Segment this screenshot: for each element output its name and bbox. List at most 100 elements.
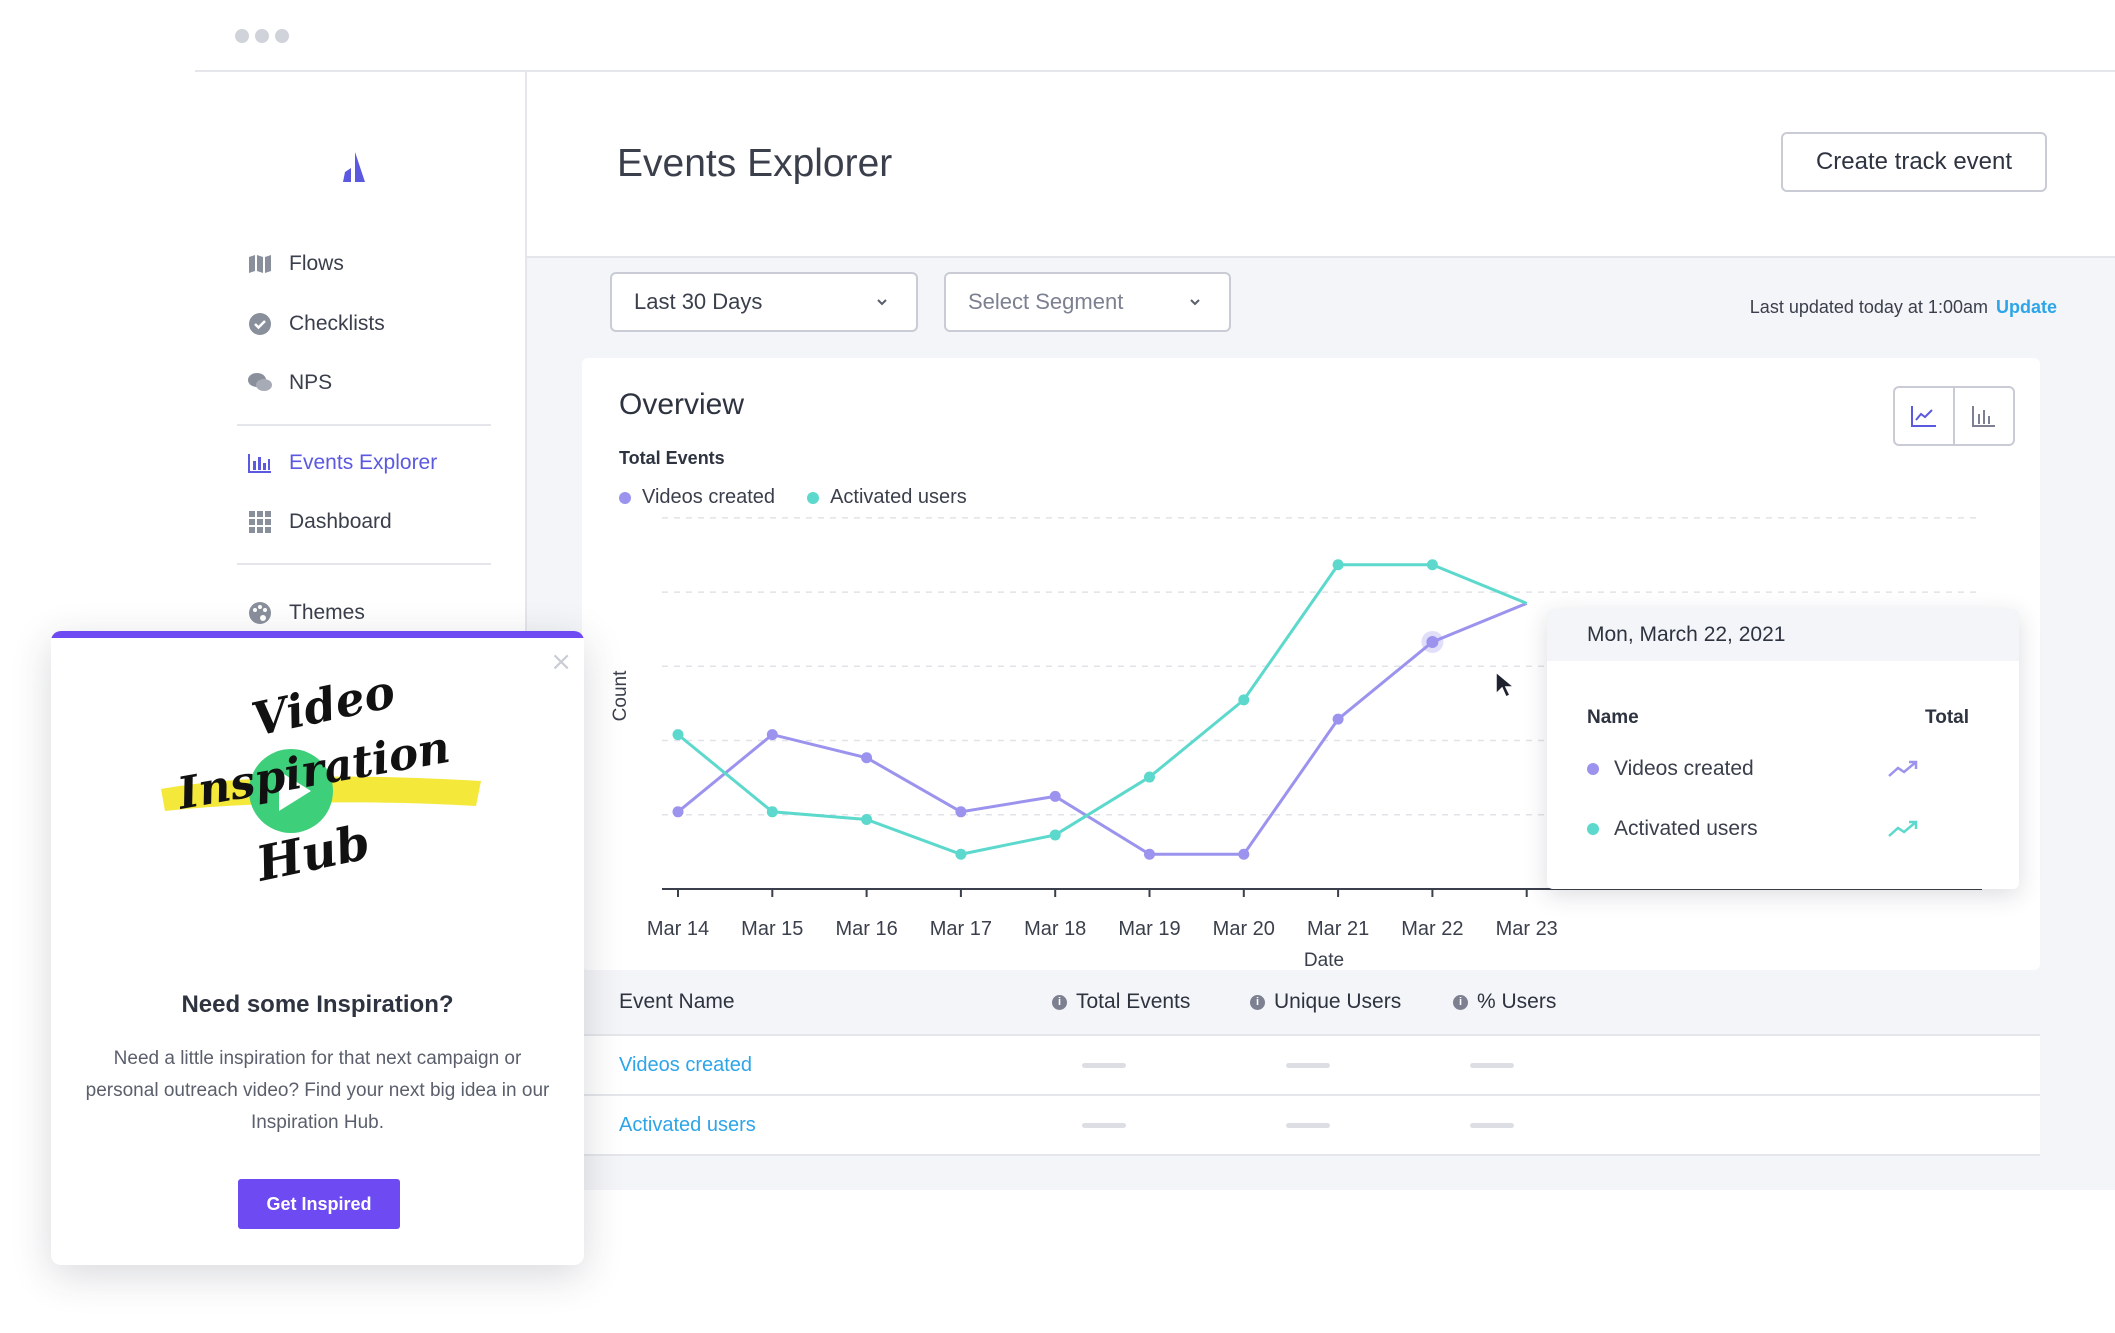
chevron-down-icon <box>1190 299 1200 306</box>
check-circle-icon <box>247 311 273 337</box>
sidebar-item-nps[interactable]: NPS <box>247 363 332 403</box>
sidebar-item-label: Dashboard <box>289 510 392 533</box>
sidebar-item-events-explorer[interactable]: Events Explorer <box>247 443 437 483</box>
data-point-videos-created <box>1144 848 1155 860</box>
table-row: Videos created <box>582 1034 2040 1094</box>
last-updated: Last updated today at 1:00am Update <box>1750 297 2057 318</box>
sidebar-item-dashboard[interactable]: Dashboard <box>247 502 392 542</box>
x-tick-label: Mar 18 <box>1024 918 1086 940</box>
video-inspiration-hub-logo: Video Inspiration Hub <box>161 681 481 893</box>
column-header-unique-users[interactable]: i Unique Users <box>1250 990 1401 1014</box>
series-line-activated-users <box>677 563 1528 856</box>
data-point-activated-users <box>861 814 873 826</box>
loading-placeholder <box>1286 1063 1330 1068</box>
popup-body: Need a little inspiration for that next … <box>85 1048 550 1133</box>
data-point-videos-created <box>861 752 873 764</box>
data-point-videos-created <box>1332 713 1344 725</box>
x-tick-label: Mar 14 <box>647 918 709 940</box>
info-icon: i <box>1453 994 1468 1010</box>
window-dot <box>255 29 269 43</box>
series-swatch <box>1587 763 1599 775</box>
title-bar <box>195 0 2115 72</box>
sidebar-divider <box>237 424 491 426</box>
loading-placeholder <box>1470 1063 1514 1068</box>
loading-placeholder <box>1470 1123 1514 1128</box>
data-point-activated-users <box>1238 694 1250 706</box>
data-point-videos-created <box>955 806 967 818</box>
column-header-total-events[interactable]: i Total Events <box>1052 990 1190 1014</box>
data-point-activated-users <box>672 729 684 741</box>
data-point-activated-users <box>955 848 967 860</box>
tooltip-row: Activated users <box>1587 817 1969 841</box>
palette-icon <box>247 600 273 626</box>
page-header: Events Explorer Create track event <box>527 72 2115 258</box>
sidebar-item-checklists[interactable]: Checklists <box>247 304 385 344</box>
map-icon <box>247 251 273 277</box>
window-dot <box>275 29 289 43</box>
tooltip-series-name: Activated users <box>1614 817 1758 840</box>
date-range-value: Last 30 Days <box>634 289 763 314</box>
sidebar-item-label: Themes <box>289 601 365 624</box>
x-tick-label: Mar 19 <box>1118 918 1180 940</box>
tooltip-total-header: Total <box>1925 707 1969 728</box>
column-header-label: Unique Users <box>1274 990 1402 1013</box>
data-point-activated-users <box>1144 771 1155 783</box>
x-tick-label: Mar 22 <box>1401 918 1463 940</box>
hover-point <box>1426 635 1439 648</box>
info-icon: i <box>1250 994 1265 1010</box>
event-name-link[interactable]: Videos created <box>619 1054 752 1077</box>
last-updated-text: Last updated today at 1:00am <box>1749 297 1988 317</box>
bar-chart-icon <box>247 450 273 476</box>
events-table: Event Name i Total Events i Unique Users i… <box>582 970 2040 1156</box>
brand-logo[interactable] <box>335 150 369 184</box>
mouse-cursor-icon <box>1495 670 1516 699</box>
x-tick-label: Mar 20 <box>1213 918 1275 940</box>
grid-icon <box>247 509 273 535</box>
table-header: Event Name i Total Events i Unique Users i… <box>582 970 2040 1034</box>
column-header-label: % Users <box>1477 990 1557 1013</box>
series-swatch <box>1587 823 1599 835</box>
column-header-label: Event Name <box>619 990 735 1013</box>
segment-select[interactable]: Select Segment <box>944 272 1231 332</box>
column-header-label: Total Events <box>1076 990 1191 1013</box>
data-point-videos-created <box>1049 790 1061 802</box>
chevron-down-icon <box>877 299 887 306</box>
x-tick-label: Mar 15 <box>741 918 803 940</box>
chart-tooltip: Mon, March 22, 2021 Name Total Videos cr… <box>1547 609 2019 889</box>
tooltip-date: Mon, March 22, 2021 <box>1547 609 2019 661</box>
sidebar-item-label: Flows <box>289 252 344 275</box>
sidebar-item-themes[interactable]: Themes <box>247 593 365 633</box>
trend-up-icon <box>1888 820 1918 837</box>
tooltip-series-name: Videos created <box>1614 757 1754 780</box>
chat-bubbles-icon <box>247 370 273 396</box>
popup-heading: Need some Inspiration? <box>181 991 454 1018</box>
date-range-select[interactable]: Last 30 Days <box>610 272 918 332</box>
inspiration-popup: × Video Inspiration Hub Need some Inspir… <box>51 631 584 1265</box>
column-header-percent-users[interactable]: i % Users <box>1453 990 1556 1014</box>
sidebar-item-flows[interactable]: Flows <box>247 244 344 284</box>
data-point-activated-users <box>766 806 778 818</box>
tooltip-row: Videos created <box>1587 757 1969 781</box>
data-point-activated-users <box>1332 559 1344 571</box>
data-point-videos-created <box>1238 848 1250 860</box>
data-point-activated-users <box>1049 829 1061 841</box>
close-icon[interactable]: × <box>550 647 572 677</box>
x-tick-label: Mar 16 <box>835 918 897 940</box>
x-tick-label: Mar 21 <box>1307 918 1369 940</box>
loading-placeholder <box>1082 1063 1126 1068</box>
page-title: Events Explorer <box>617 142 893 185</box>
x-axis-label: Date <box>1304 950 1344 970</box>
data-point-videos-created <box>672 806 684 818</box>
loading-placeholder <box>1286 1123 1330 1128</box>
window-dot <box>235 29 249 43</box>
get-inspired-button[interactable]: Get Inspired <box>238 1179 400 1229</box>
event-name-link[interactable]: Activated users <box>619 1114 756 1137</box>
x-tick-label: Mar 23 <box>1496 918 1558 940</box>
update-link[interactable]: Update <box>1996 297 2057 317</box>
y-axis-label: Count <box>610 670 631 721</box>
trend-up-icon <box>1888 760 1918 777</box>
table-row: Activated users <box>582 1094 2040 1156</box>
data-point-videos-created <box>766 729 778 741</box>
create-track-event-button[interactable]: Create track event <box>1781 132 2047 192</box>
sidebar-divider <box>237 563 491 565</box>
